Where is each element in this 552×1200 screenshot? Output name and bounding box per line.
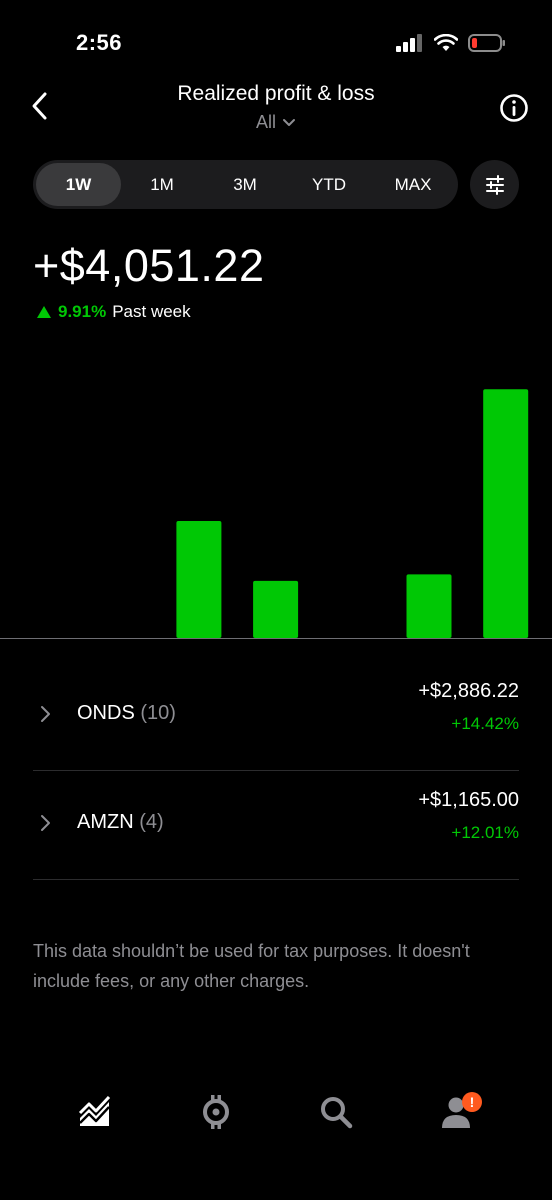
account-filter-dropdown[interactable]: All [0,112,552,133]
holding-symbol: ONDS (10) [77,702,176,725]
cellular-signal-icon [396,34,422,52]
chevron-right-icon [41,815,50,831]
holding-row-onds[interactable]: ONDS (10) +$2,886.22 +14.42% [33,662,519,771]
account-filter-label: All [255,112,276,132]
holding-amount: +$1,165.00 [418,789,519,811]
chevron-down-icon [283,118,295,126]
chart-bar [406,574,452,638]
page-title: Realized profit & loss [177,82,375,105]
search-icon [321,1097,353,1129]
chart-bar [176,521,222,638]
nav-header: Realized profit & loss All [0,76,552,142]
info-icon [500,94,528,122]
change-row: 9.91% Past week [36,302,191,322]
info-button[interactable] [498,92,530,124]
chevron-right-icon [41,706,50,722]
tab-account[interactable]: ! [434,1090,482,1134]
time-range-selector: 1W 1M 3M YTD MAX [33,160,458,209]
status-bar: 2:56 [0,0,552,80]
pl-bar-chart [0,389,552,639]
holding-symbol: AMZN (4) [77,811,164,834]
range-tab-max[interactable]: MAX [371,160,455,209]
crypto-icon [203,1095,229,1129]
chart-bar [253,580,299,638]
tab-search[interactable] [314,1090,358,1134]
symbol-text: AMZN [77,811,134,833]
chart-bar [483,389,529,638]
triangle-up-icon [37,306,51,318]
holding-percent: +14.42% [451,714,519,733]
filter-button[interactable] [470,160,519,209]
range-tab-3m[interactable]: 3M [203,160,287,209]
symbol-text: ONDS [77,702,135,724]
change-percent: 9.91% [58,302,107,321]
wifi-icon [434,34,458,51]
notification-badge: ! [462,1092,482,1112]
range-tab-1m[interactable]: 1M [121,160,203,209]
total-realized-pl: +$4,051.22 [33,240,265,291]
holding-amount: +$2,886.22 [418,680,519,702]
range-tab-1w[interactable]: 1W [36,163,121,206]
tax-disclaimer: This data shouldn’t be used for tax purp… [33,941,470,991]
status-time: 2:56 [76,30,123,55]
tab-crypto[interactable] [194,1090,238,1134]
trade-count: (4) [139,811,164,833]
holding-percent: +12.01% [451,823,519,842]
tab-investing[interactable] [73,1090,117,1134]
change-period: Past week [112,302,191,321]
holding-row-amzn[interactable]: AMZN (4) +$1,165.00 +12.01% [33,771,519,880]
battery-icon [468,34,505,52]
sliders-icon [485,174,504,195]
bottom-tab-bar: ! [0,1090,552,1160]
status-icons [396,34,506,52]
line-chart-icon [78,1096,111,1126]
trade-count: (10) [140,702,176,724]
range-tab-ytd[interactable]: YTD [287,160,371,209]
